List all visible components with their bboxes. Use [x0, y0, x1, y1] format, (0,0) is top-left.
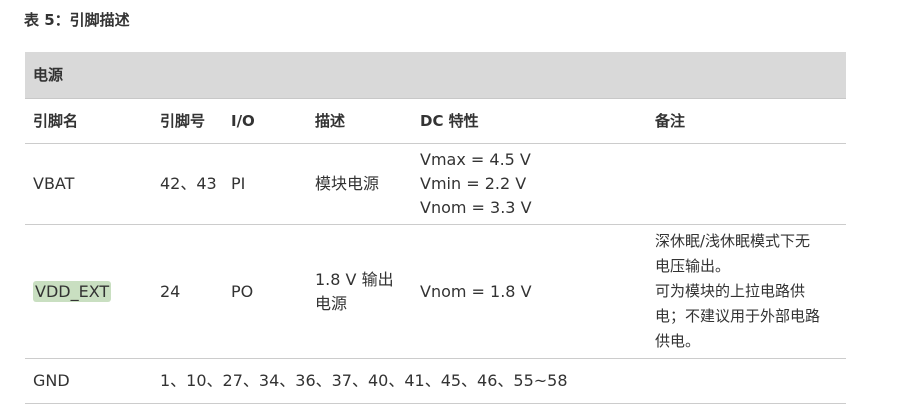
remark-line: 电；不建议用于外部电路 [655, 307, 821, 325]
header-io: I/O [223, 98, 307, 144]
table-caption: 表 5：引脚描述 [24, 11, 130, 29]
remark-line: 深休眠/浅休眠模式下无 [655, 232, 811, 250]
header-description: 描述 [307, 98, 412, 144]
desc-line: 1.8 V 输出 [315, 269, 394, 289]
pin-description-table: 电源 引脚名 引脚号 I/O 描述 DC 特性 备注 VBAT 42、43 PI… [25, 52, 847, 404]
pin-name: VDD_EXT [25, 224, 152, 359]
pin-number: 1、10、27、34、36、37、40、41、45、46、55~58 [152, 358, 847, 404]
table-row: GND 1、10、27、34、36、37、40、41、45、46、55~58 [25, 358, 847, 404]
pin-description: 1.8 V 输出 电源 [307, 224, 412, 359]
remark-line: 供电。 [655, 332, 701, 350]
dc-line: Vnom = 1.8 V [420, 281, 532, 301]
pin-remarks [647, 143, 847, 225]
dc-line: Vmax = 4.5 V [420, 150, 531, 169]
dc-line: Vnom = 3.3 V [420, 198, 532, 217]
header-pin-number: 引脚号 [152, 98, 223, 144]
table-row: VDD_EXT 24 PO 1.8 V 输出 电源 Vnom = 1.8 V 深… [25, 224, 847, 359]
dc-characteristics: Vnom = 1.8 V [412, 224, 647, 359]
pin-io: PI [223, 143, 307, 225]
pin-description: 模块电源 [307, 143, 412, 225]
header-remarks: 备注 [647, 98, 847, 144]
pin-remarks: 深休眠/浅休眠模式下无 电压输出。 可为模块的上拉电路供 电；不建议用于外部电路… [647, 224, 847, 359]
section-header-row: 电源 [25, 52, 847, 99]
column-header-row: 引脚名 引脚号 I/O 描述 DC 特性 备注 [25, 98, 847, 144]
dc-characteristics: Vmax = 4.5 V Vmin = 2.2 V Vnom = 3.3 V [412, 143, 647, 225]
pin-name: GND [25, 358, 152, 404]
header-dc-characteristics: DC 特性 [412, 98, 647, 144]
highlighted-pin-name: VDD_EXT [33, 280, 112, 302]
table-row: VBAT 42、43 PI 模块电源 Vmax = 4.5 V Vmin = 2… [25, 143, 847, 225]
pin-io: PO [223, 224, 307, 359]
header-pin-name: 引脚名 [25, 98, 152, 144]
desc-line: 电源 [315, 293, 348, 313]
pin-number: 24 [152, 224, 223, 359]
remark-line: 电压输出。 [655, 257, 731, 275]
section-title: 电源 [25, 52, 847, 99]
dc-line: Vmin = 2.2 V [420, 174, 527, 193]
pin-number: 42、43 [152, 143, 223, 225]
pin-name: VBAT [25, 143, 152, 225]
remark-line: 可为模块的上拉电路供 [655, 282, 806, 300]
